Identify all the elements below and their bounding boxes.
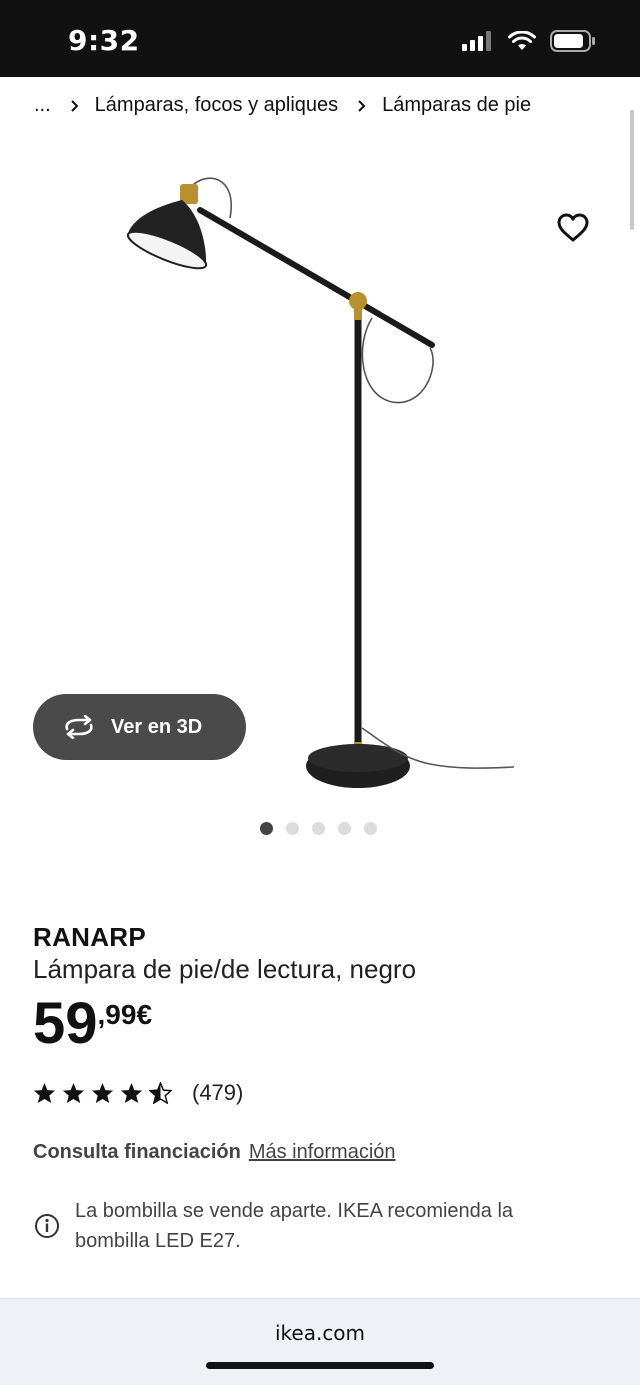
info-icon — [35, 1214, 59, 1238]
battery-icon — [550, 30, 595, 52]
heart-icon[interactable] — [556, 212, 590, 244]
product-price: 59 ,99€ — [33, 992, 152, 1056]
financing-more-info-link[interactable]: Más información — [249, 1141, 396, 1164]
address-bar-url[interactable]: ikea.com — [0, 1321, 640, 1345]
status-bar: 9:32 — [0, 0, 640, 77]
wifi-icon — [508, 31, 536, 50]
product-description: Lámpara de pie/de lectura, negro — [33, 954, 417, 984]
bulb-notice: La bombilla se vende aparte. IKEA recomi… — [33, 1196, 593, 1256]
view-3d-label: Ver en 3D — [111, 715, 203, 738]
financing-label: Consulta financiación — [33, 1141, 241, 1163]
star-rating — [33, 1082, 172, 1104]
bulb-notice-text: La bombilla se vende aparte. IKEA recomi… — [75, 1200, 514, 1252]
status-time: 9:32 — [68, 24, 140, 57]
breadcrumb-ellipsis[interactable]: ... — [34, 94, 51, 117]
product-rating[interactable]: (479) — [33, 1080, 243, 1106]
breadcrumb: ... Lámparas, focos y apliques Lámparas … — [34, 94, 620, 117]
carousel-indicator — [260, 822, 377, 835]
breadcrumb-item-lamparas-de-pie[interactable]: Lámparas de pie — [382, 94, 531, 117]
price-integer: 59 — [33, 991, 98, 1056]
signal-icon — [462, 31, 491, 51]
browser-bottom-bar: ikea.com — [0, 1298, 640, 1385]
chevron-right-icon — [70, 99, 79, 112]
breadcrumb-item-lamparas-focos-apliques[interactable]: Lámparas, focos y apliques — [95, 94, 338, 117]
star-icon — [33, 1082, 56, 1104]
price-decimal: ,99€ — [97, 999, 153, 1030]
carousel-dot[interactable] — [286, 822, 299, 835]
star-half-icon — [149, 1082, 172, 1104]
status-icons — [462, 30, 596, 52]
rating-count: (479) — [192, 1080, 244, 1105]
carousel-dot[interactable] — [312, 822, 325, 835]
carousel-dot[interactable] — [338, 822, 351, 835]
rotate-3d-icon — [65, 715, 93, 739]
financing-row: Consulta financiación Más información — [33, 1141, 396, 1164]
carousel-dot[interactable] — [260, 822, 273, 835]
star-icon — [120, 1082, 143, 1104]
carousel-dot[interactable] — [364, 822, 377, 835]
star-icon — [91, 1082, 114, 1104]
view-3d-button[interactable]: Ver en 3D — [33, 694, 246, 760]
product-brand: RANARP — [33, 922, 147, 952]
star-icon — [62, 1082, 85, 1104]
chevron-right-icon — [358, 99, 366, 112]
home-indicator[interactable] — [206, 1362, 434, 1369]
